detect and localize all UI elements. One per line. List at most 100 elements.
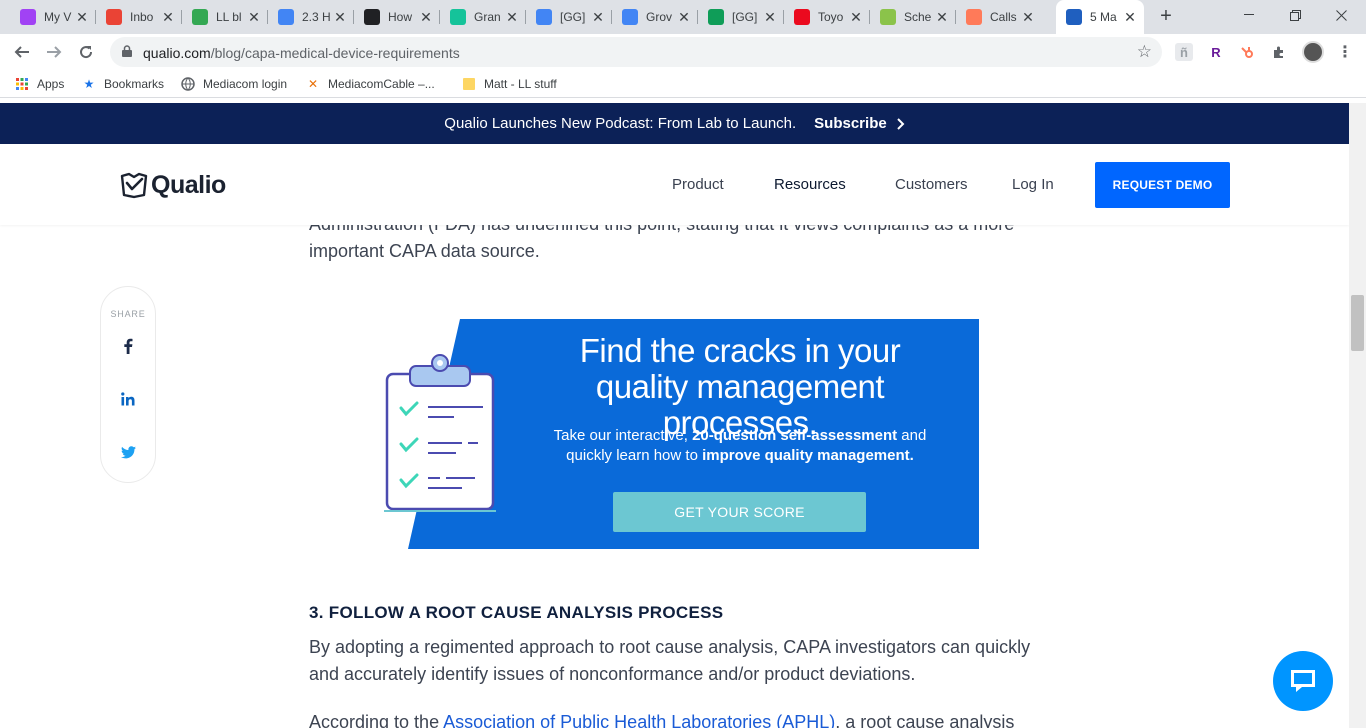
globe-icon <box>180 76 196 92</box>
gmail-icon <box>106 9 122 25</box>
get-your-score-button[interactable]: GET YOUR SCORE <box>613 492 866 532</box>
extensions-puzzle-icon[interactable] <box>1270 43 1288 61</box>
nav-customers[interactable]: Customers <box>895 176 968 193</box>
facebook-share-button[interactable] <box>118 336 138 356</box>
browser-tab[interactable]: How ✕ <box>354 4 440 30</box>
tab-close-icon[interactable]: ✕ <box>160 9 176 26</box>
bookmark-star-icon[interactable]: ☆ <box>1137 42 1152 62</box>
close-window-button[interactable] <box>1318 0 1364 30</box>
new-tab-button[interactable]: + <box>1156 6 1176 26</box>
lock-icon <box>122 45 132 57</box>
promo-banner[interactable]: Find the cracks in your quality manageme… <box>384 319 979 549</box>
url-path: /blog/capa-medical-device-requirements <box>210 45 460 61</box>
tab-close-icon[interactable]: ✕ <box>246 9 262 26</box>
browser-tab[interactable]: My V ✕ <box>10 4 96 30</box>
restore-icon <box>1289 9 1301 21</box>
reload-icon <box>80 46 93 59</box>
bookmark-mediacom-login[interactable]: Mediacom login <box>180 76 287 92</box>
bookmark-apps[interactable]: Apps <box>14 76 64 92</box>
bookmark-label: Matt - LL stuff <box>484 77 557 91</box>
bookmarks-bar: Apps ★ Bookmarks Mediacom login ✕ Mediac… <box>0 70 1366 98</box>
page-scrollbar[interactable] <box>1349 103 1366 728</box>
linkedin-share-button[interactable] <box>118 389 138 409</box>
tab-close-icon[interactable]: ✕ <box>848 9 864 26</box>
tab-title: 5 Ma <box>1090 10 1117 24</box>
browser-tab[interactable]: Sche ✕ <box>870 4 956 30</box>
minimize-button[interactable] <box>1226 0 1272 30</box>
bookmark-mediacomcable[interactable]: ✕ MediacomCable –... <box>305 76 435 92</box>
grammarly-icon <box>450 9 466 25</box>
profile-avatar[interactable] <box>1302 41 1324 63</box>
tab-close-icon[interactable]: ✕ <box>504 9 520 26</box>
nav-resources[interactable]: Resources <box>774 176 846 193</box>
menu-dots-icon[interactable]: ⋮ <box>1336 43 1354 61</box>
drive-icon <box>192 9 208 25</box>
chat-widget-button[interactable] <box>1273 651 1333 711</box>
restore-button[interactable] <box>1272 0 1318 30</box>
tab-close-icon[interactable]: ✕ <box>1122 9 1138 26</box>
minimize-icon <box>1244 14 1254 15</box>
nav-product[interactable]: Product <box>672 176 724 193</box>
browser-tab[interactable]: Calls ✕ <box>956 4 1042 30</box>
tab-title: Gran <box>474 10 501 24</box>
browser-tab[interactable]: [GG] ✕ <box>526 4 612 30</box>
site-header: Qualio Product Resources Customers Log I… <box>0 144 1349 225</box>
bookmark-label: Apps <box>37 77 65 91</box>
bookmark-folder-matt[interactable]: Matt - LL stuff <box>461 76 557 92</box>
reload-button[interactable] <box>72 38 100 66</box>
browser-tab[interactable]: 5 Ma ✕ <box>1056 0 1144 34</box>
tab-close-icon[interactable]: ✕ <box>590 9 606 26</box>
browser-tab[interactable]: [GG] ✕ <box>698 4 784 30</box>
section-heading: 3. FOLLOW A ROOT CAUSE ANALYSIS PROCESS <box>309 603 724 622</box>
extension-r-icon[interactable]: R <box>1207 43 1225 61</box>
url-host: qualio.com <box>143 45 211 61</box>
bookmark-label: MediacomCable –... <box>328 77 435 91</box>
tab-close-icon[interactable]: ✕ <box>1020 9 1036 26</box>
extension-icon-1[interactable]: ñ <box>1175 43 1193 61</box>
subscribe-link[interactable]: Subscribe <box>814 115 905 132</box>
hubspot-extension-icon[interactable] <box>1238 43 1256 61</box>
browser-tab[interactable]: Gran ✕ <box>440 4 526 30</box>
sheets-icon <box>708 9 724 25</box>
qualio-icon <box>1066 9 1082 25</box>
tab-title: Calls <box>990 10 1017 24</box>
tab-close-icon[interactable]: ✕ <box>934 9 950 26</box>
qualio-logo[interactable]: Qualio <box>120 169 226 201</box>
aphl-link[interactable]: Association of Public Health Laboratorie… <box>443 712 835 728</box>
article-intro-line2: important CAPA data source. <box>309 241 540 261</box>
browser-tab[interactable]: Toyo ✕ <box>784 4 870 30</box>
address-bar[interactable]: qualio.com/blog/capa-medical-device-requ… <box>110 37 1162 67</box>
bookmark-bookmarks[interactable]: ★ Bookmarks <box>81 76 164 92</box>
tab-close-icon[interactable]: ✕ <box>418 9 434 26</box>
twitter-share-button[interactable] <box>118 442 138 462</box>
browser-tab[interactable]: LL bl ✕ <box>182 4 268 30</box>
scrollbar-thumb[interactable] <box>1351 295 1364 351</box>
announcement-text: Qualio Launches New Podcast: From Lab to… <box>444 115 797 132</box>
tab-title: 2.3 H <box>302 10 331 24</box>
browser-tab[interactable]: Grov ✕ <box>612 4 698 30</box>
nav-login[interactable]: Log In <box>1012 176 1054 193</box>
star-icon: ★ <box>83 77 95 91</box>
subscribe-label: Subscribe <box>814 115 887 132</box>
back-arrow-icon <box>14 46 29 58</box>
mediacom-icon: ✕ <box>307 77 319 91</box>
browser-tab[interactable]: Inbo ✕ <box>96 4 182 30</box>
tab-close-icon[interactable]: ✕ <box>762 9 778 26</box>
request-demo-button[interactable]: REQUEST DEMO <box>1095 162 1230 208</box>
tab-close-icon[interactable]: ✕ <box>676 9 692 26</box>
share-label: SHARE <box>110 309 146 319</box>
paragraph-1-line2: and accurately identify issues of noncon… <box>309 664 916 684</box>
apps-grid-icon <box>14 76 30 92</box>
banner-sub-bold-improve: improve quality management. <box>702 447 914 464</box>
back-button[interactable] <box>8 38 36 66</box>
announcement-bar: Qualio Launches New Podcast: From Lab to… <box>0 103 1349 144</box>
tab-close-icon[interactable]: ✕ <box>74 9 90 26</box>
tab-close-icon[interactable]: ✕ <box>332 9 348 26</box>
folder-icon <box>461 76 477 92</box>
browser-tab[interactable]: 2.3 H ✕ <box>268 4 354 30</box>
forward-button[interactable] <box>40 38 68 66</box>
hubspot-icon <box>966 9 982 25</box>
bookmark-label: Bookmarks <box>104 77 165 91</box>
logo-wordmark: Qualio <box>151 170 226 199</box>
tab-title: LL bl <box>216 10 242 24</box>
